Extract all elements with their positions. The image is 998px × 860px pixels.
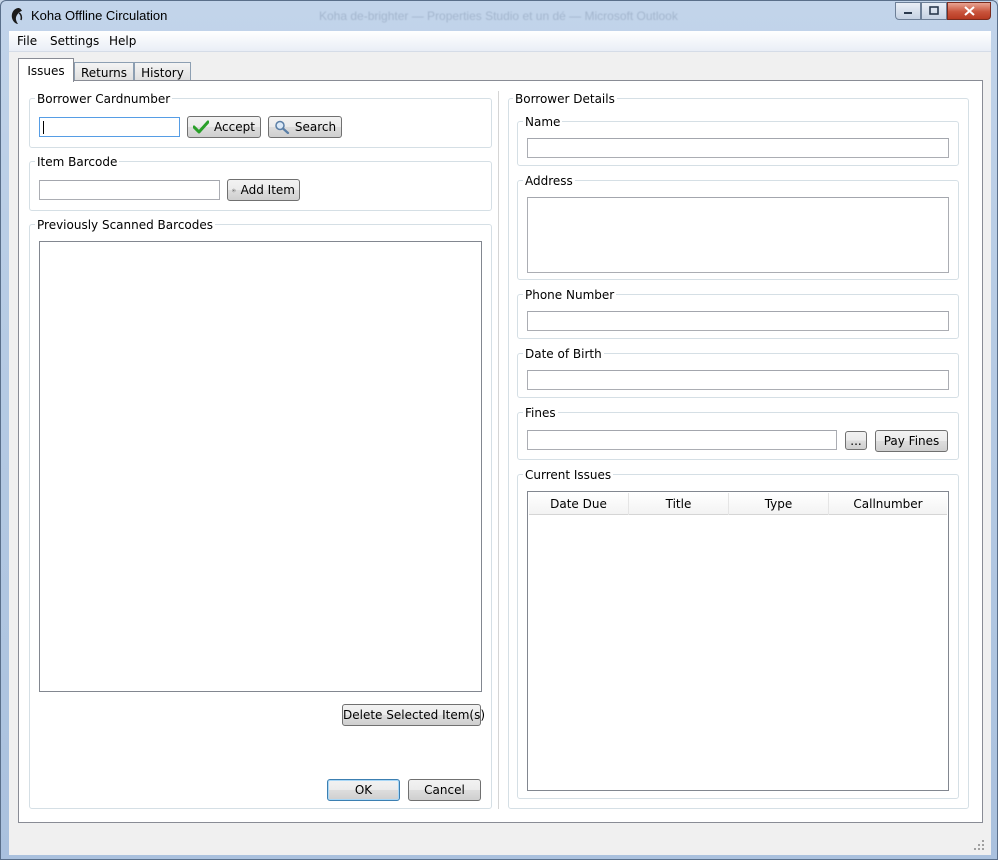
phone-label: Phone Number bbox=[523, 288, 617, 302]
dob-label: Date of Birth bbox=[523, 347, 604, 361]
close-icon bbox=[963, 6, 975, 16]
maximize-button[interactable] bbox=[921, 2, 947, 20]
column-header-type[interactable]: Type bbox=[729, 493, 829, 515]
address-label: Address bbox=[523, 174, 575, 188]
item-barcode-label: Item Barcode bbox=[35, 155, 120, 169]
column-header-callnumber[interactable]: Callnumber bbox=[829, 493, 947, 515]
koha-app-icon bbox=[9, 7, 25, 25]
close-button[interactable] bbox=[947, 2, 991, 20]
borrower-cardnumber-input[interactable] bbox=[39, 117, 180, 137]
minimize-icon bbox=[904, 12, 912, 14]
item-barcode-input[interactable] bbox=[39, 180, 220, 200]
checkmark-icon bbox=[193, 120, 210, 134]
phone-field[interactable] bbox=[527, 311, 949, 331]
delete-selected-label: Delete Selected Item(s) bbox=[343, 708, 486, 722]
menu-settings[interactable]: Settings bbox=[50, 34, 99, 48]
title-bar[interactable]: Koha Offline Circulation Koha de-brighte… bbox=[1, 1, 997, 31]
address-field[interactable] bbox=[527, 197, 949, 273]
dob-field[interactable] bbox=[527, 370, 949, 390]
client-area: Issues Returns History Borrower Cardnumb… bbox=[9, 52, 991, 855]
add-item-button[interactable]: Add Item bbox=[227, 179, 300, 201]
menu-help[interactable]: Help bbox=[109, 34, 136, 48]
menu-bar: File Settings Help bbox=[9, 31, 991, 52]
search-label: Search bbox=[294, 120, 337, 134]
name-label: Name bbox=[523, 115, 563, 129]
name-field[interactable] bbox=[527, 138, 949, 158]
previously-scanned-label: Previously Scanned Barcodes bbox=[35, 218, 216, 232]
resize-grip-icon[interactable] bbox=[973, 839, 985, 851]
borrower-cardnumber-label: Borrower Cardnumber bbox=[35, 92, 173, 106]
current-issues-table[interactable]: Date Due Title Type Callnumber bbox=[527, 491, 949, 791]
cancel-button[interactable]: Cancel bbox=[408, 779, 481, 801]
add-item-label: Add Item bbox=[240, 183, 295, 197]
search-button[interactable]: Search bbox=[268, 116, 342, 138]
maximize-icon bbox=[929, 6, 939, 15]
status-bar bbox=[9, 825, 991, 855]
fines-browse-button[interactable]: ... bbox=[845, 431, 867, 450]
column-header-date-due[interactable]: Date Due bbox=[529, 493, 629, 515]
column-divider[interactable] bbox=[498, 91, 499, 809]
menu-file[interactable]: File bbox=[17, 34, 37, 48]
fines-field[interactable] bbox=[527, 430, 837, 450]
window-title: Koha Offline Circulation bbox=[31, 8, 168, 23]
background-window-title: Koha de-brighter — Properties Studio et … bbox=[319, 9, 678, 23]
accept-label: Accept bbox=[214, 120, 255, 134]
minimize-button[interactable] bbox=[895, 2, 921, 20]
scanned-barcodes-list[interactable] bbox=[39, 241, 482, 692]
fines-label: Fines bbox=[523, 406, 558, 420]
issues-tab-panel: Borrower Cardnumber Accept Search Item B… bbox=[18, 80, 983, 823]
caption-buttons bbox=[895, 2, 991, 21]
column-header-title[interactable]: Title bbox=[629, 493, 729, 515]
plus-circle-icon bbox=[232, 188, 236, 192]
text-caret bbox=[43, 121, 44, 134]
ok-button[interactable]: OK bbox=[327, 779, 400, 801]
accept-button[interactable]: Accept bbox=[187, 116, 261, 138]
pay-fines-button[interactable]: Pay Fines bbox=[875, 430, 948, 452]
delete-selected-button[interactable]: Delete Selected Item(s) bbox=[342, 704, 485, 726]
app-window: Koha Offline Circulation Koha de-brighte… bbox=[0, 0, 998, 860]
borrower-details-label: Borrower Details bbox=[513, 92, 617, 106]
current-issues-label: Current Issues bbox=[523, 468, 614, 482]
table-header: Date Due Title Type Callnumber bbox=[529, 493, 947, 515]
magnifier-icon bbox=[275, 120, 289, 134]
tab-issues[interactable]: Issues bbox=[18, 58, 74, 82]
